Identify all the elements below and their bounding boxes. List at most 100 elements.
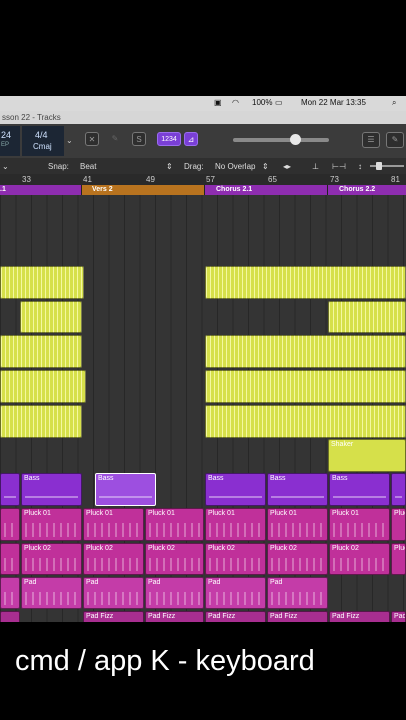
chevron-updown-icon[interactable]: ⇕ bbox=[262, 162, 269, 171]
ruler-bar: 41 bbox=[83, 175, 92, 184]
screen-icon[interactable]: ▣ bbox=[214, 98, 222, 107]
waveform-zoom-icon[interactable]: ↕ bbox=[358, 162, 362, 171]
audio-region[interactable] bbox=[0, 335, 82, 368]
list-editors-icon[interactable]: ☰ bbox=[362, 132, 380, 148]
region-label: Pad bbox=[86, 579, 99, 586]
pluck02-region[interactable]: Pluck 02 bbox=[21, 543, 82, 575]
pad-region[interactable]: Pad bbox=[205, 577, 266, 609]
battery-icon[interactable]: ▭ bbox=[275, 98, 283, 107]
solo-icon[interactable]: S bbox=[132, 132, 146, 146]
audio-region[interactable] bbox=[0, 370, 86, 403]
control-bar: 24 EP 4/4 Cmaj ⌄ ✕ ✎ S 1234 ⊿ ☰ ✎ bbox=[0, 124, 406, 158]
bass-region[interactable]: Bass bbox=[329, 473, 390, 506]
arrangement-marker[interactable]: Chorus 2.1 bbox=[205, 185, 327, 195]
lcd-position[interactable]: 24 EP bbox=[0, 126, 20, 156]
pad-fizz-region[interactable]: Pad Fizz bbox=[145, 611, 204, 622]
audio-region[interactable] bbox=[0, 266, 84, 299]
pluck02-region[interactable]: Pluck 02 bbox=[267, 543, 328, 575]
region-label: Bass bbox=[208, 475, 224, 482]
audio-region[interactable] bbox=[20, 301, 82, 333]
region-label: Pluck 02 bbox=[208, 545, 235, 552]
snap-select[interactable]: Beat bbox=[80, 162, 96, 171]
ruler-bar: 57 bbox=[206, 175, 215, 184]
pluck02-region[interactable]: Pluck 02 bbox=[205, 543, 266, 575]
bass-region-selected[interactable]: Bass bbox=[95, 473, 156, 506]
pad-region[interactable]: Pad bbox=[145, 577, 204, 609]
arrangement-marker[interactable]: Vers 2 bbox=[82, 185, 204, 195]
pencil-icon[interactable]: ✎ bbox=[108, 132, 122, 146]
pad-region[interactable]: Pad bbox=[267, 577, 328, 609]
bass-region[interactable] bbox=[0, 473, 20, 506]
clock[interactable]: Mon 22 Mar 13:35 bbox=[301, 98, 366, 107]
pluck02-region[interactable]: Pluck 02 bbox=[83, 543, 144, 575]
pluck02-region[interactable]: Pluck 02 bbox=[329, 543, 390, 575]
pad-fizz-region[interactable]: Pad Fizz bbox=[205, 611, 266, 622]
pad-fizz-region[interactable]: Pad Fizz bbox=[391, 611, 406, 622]
chevron-down-icon[interactable]: ⌄ bbox=[2, 162, 9, 171]
audio-region[interactable] bbox=[0, 405, 82, 438]
pluck02-region[interactable]: Pluck 02 bbox=[391, 543, 406, 575]
caption-text: cmd / app K - keyboard bbox=[15, 645, 315, 677]
horizontal-zoom-icon[interactable]: ⊢⊣ bbox=[332, 162, 346, 171]
master-volume-slider[interactable] bbox=[233, 134, 329, 145]
pluck01-region[interactable]: Pluck 01 bbox=[267, 508, 328, 541]
volume-knob[interactable] bbox=[290, 134, 301, 145]
audio-region[interactable] bbox=[205, 335, 406, 368]
region-label: Pad Fizz bbox=[148, 613, 176, 620]
lcd-key: Cmaj bbox=[33, 142, 52, 151]
audio-region[interactable] bbox=[205, 370, 406, 403]
arrangement-marker[interactable]: .1 bbox=[0, 185, 81, 195]
vertical-zoom-icon[interactable]: ⊥ bbox=[312, 162, 319, 171]
bass-region[interactable]: Bass bbox=[21, 473, 82, 506]
region-label: Pluck 02 bbox=[394, 545, 405, 552]
drag-label: Drag: bbox=[184, 162, 204, 171]
snap-label: Snap: bbox=[48, 162, 69, 171]
region-label: Pad Fizz bbox=[332, 613, 360, 620]
search-icon[interactable]: ⌕ bbox=[392, 98, 396, 108]
shaker-region[interactable]: Shaker bbox=[328, 439, 406, 472]
audio-region[interactable] bbox=[328, 301, 406, 333]
chevron-down-icon[interactable]: ⌄ bbox=[66, 136, 73, 145]
pad-region[interactable] bbox=[0, 577, 20, 609]
tracks-area[interactable]: Shaker Bass Bass Bass Bass Bass Pluck 01… bbox=[0, 195, 406, 622]
collapse-icon[interactable]: ◂▸ bbox=[283, 162, 291, 171]
pluck02-region[interactable] bbox=[0, 543, 20, 575]
zoom-knob[interactable] bbox=[376, 162, 382, 170]
pad-fizz-region[interactable]: Pad Fizz bbox=[83, 611, 144, 622]
pluck01-region[interactable]: Pluck 01 bbox=[205, 508, 266, 541]
pad-region[interactable]: Pad bbox=[83, 577, 144, 609]
bass-region[interactable]: Bass bbox=[267, 473, 328, 506]
audio-region[interactable] bbox=[205, 266, 406, 299]
pluck01-region[interactable] bbox=[0, 508, 20, 541]
drag-select[interactable]: No Overlap bbox=[215, 162, 255, 171]
pluck01-region[interactable]: Pluck 01 bbox=[83, 508, 144, 541]
audio-region[interactable] bbox=[205, 405, 406, 438]
pad-fizz-region[interactable]: Pad Fizz bbox=[329, 611, 390, 622]
pluck01-region[interactable]: Pluck 01 bbox=[21, 508, 82, 541]
notepad-icon[interactable]: ✎ bbox=[386, 132, 404, 148]
metronome-icon[interactable]: ⊿ bbox=[184, 132, 198, 146]
low-latency-icon[interactable]: ✕ bbox=[85, 132, 99, 146]
bass-region[interactable]: Bass bbox=[205, 473, 266, 506]
zoom-slider[interactable] bbox=[370, 162, 404, 170]
pad-region[interactable]: Pad bbox=[21, 577, 82, 609]
region-label: Bass bbox=[24, 475, 40, 482]
bar-ruler[interactable]: 33 41 49 57 65 73 81 bbox=[0, 174, 406, 185]
pluck01-region[interactable]: Pluck 01 bbox=[391, 508, 406, 541]
menu-bar: ▣ ◠ 100% ▭ Mon 22 Mar 13:35 ⌕ bbox=[0, 96, 406, 111]
arrangement-marker[interactable]: Chorus 2.2 bbox=[328, 185, 406, 195]
region-label: Bass bbox=[332, 475, 348, 482]
wifi-icon[interactable]: ◠ bbox=[232, 98, 239, 107]
lcd-signature[interactable]: 4/4 Cmaj bbox=[22, 126, 64, 156]
window-title: sson 22 - Tracks bbox=[2, 113, 61, 122]
pad-fizz-region[interactable] bbox=[0, 611, 20, 622]
pluck01-region[interactable]: Pluck 01 bbox=[145, 508, 204, 541]
chevron-updown-icon[interactable]: ⇕ bbox=[166, 162, 173, 171]
count-in-button[interactable]: 1234 bbox=[157, 132, 181, 146]
region-label: Pluck 01 bbox=[24, 510, 51, 517]
pluck01-region[interactable]: Pluck 01 bbox=[329, 508, 390, 541]
region-label: Pad bbox=[24, 579, 37, 586]
pluck02-region[interactable]: Pluck 02 bbox=[145, 543, 204, 575]
bass-region[interactable] bbox=[391, 473, 406, 506]
pad-fizz-region[interactable]: Pad Fizz bbox=[267, 611, 328, 622]
